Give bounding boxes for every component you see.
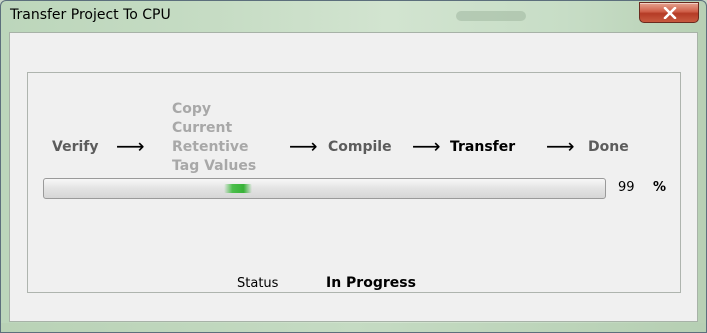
step-copy-retentive-tag-values: Copy Current Retentive Tag Values xyxy=(172,101,257,174)
transfer-dialog: Transfer Project To CPU Verify ⟶ Copy Cu… xyxy=(0,0,707,333)
arrow-icon: ⟶ xyxy=(412,134,441,158)
title-bar-blur xyxy=(456,11,526,21)
close-icon xyxy=(663,7,677,19)
arrow-icon: ⟶ xyxy=(546,134,575,158)
step-transfer: Transfer xyxy=(450,139,516,155)
window-title: Transfer Project To CPU xyxy=(10,7,171,23)
arrow-icon: ⟶ xyxy=(289,134,318,158)
close-button[interactable] xyxy=(639,2,699,23)
status-label: Status xyxy=(237,276,279,291)
window-bottom-frame xyxy=(1,323,706,332)
progress-marquee-indicator xyxy=(224,184,252,193)
progress-percent-value: 99 xyxy=(618,180,635,195)
step-done: Done xyxy=(588,139,629,155)
transfer-progress-bar xyxy=(43,178,606,199)
step-verify: Verify xyxy=(52,139,99,155)
title-bar[interactable]: Transfer Project To CPU xyxy=(1,1,706,31)
status-value: In Progress xyxy=(326,275,416,291)
arrow-icon: ⟶ xyxy=(116,134,145,158)
progress-percent-unit: % xyxy=(653,180,667,195)
step-compile: Compile xyxy=(328,139,392,155)
